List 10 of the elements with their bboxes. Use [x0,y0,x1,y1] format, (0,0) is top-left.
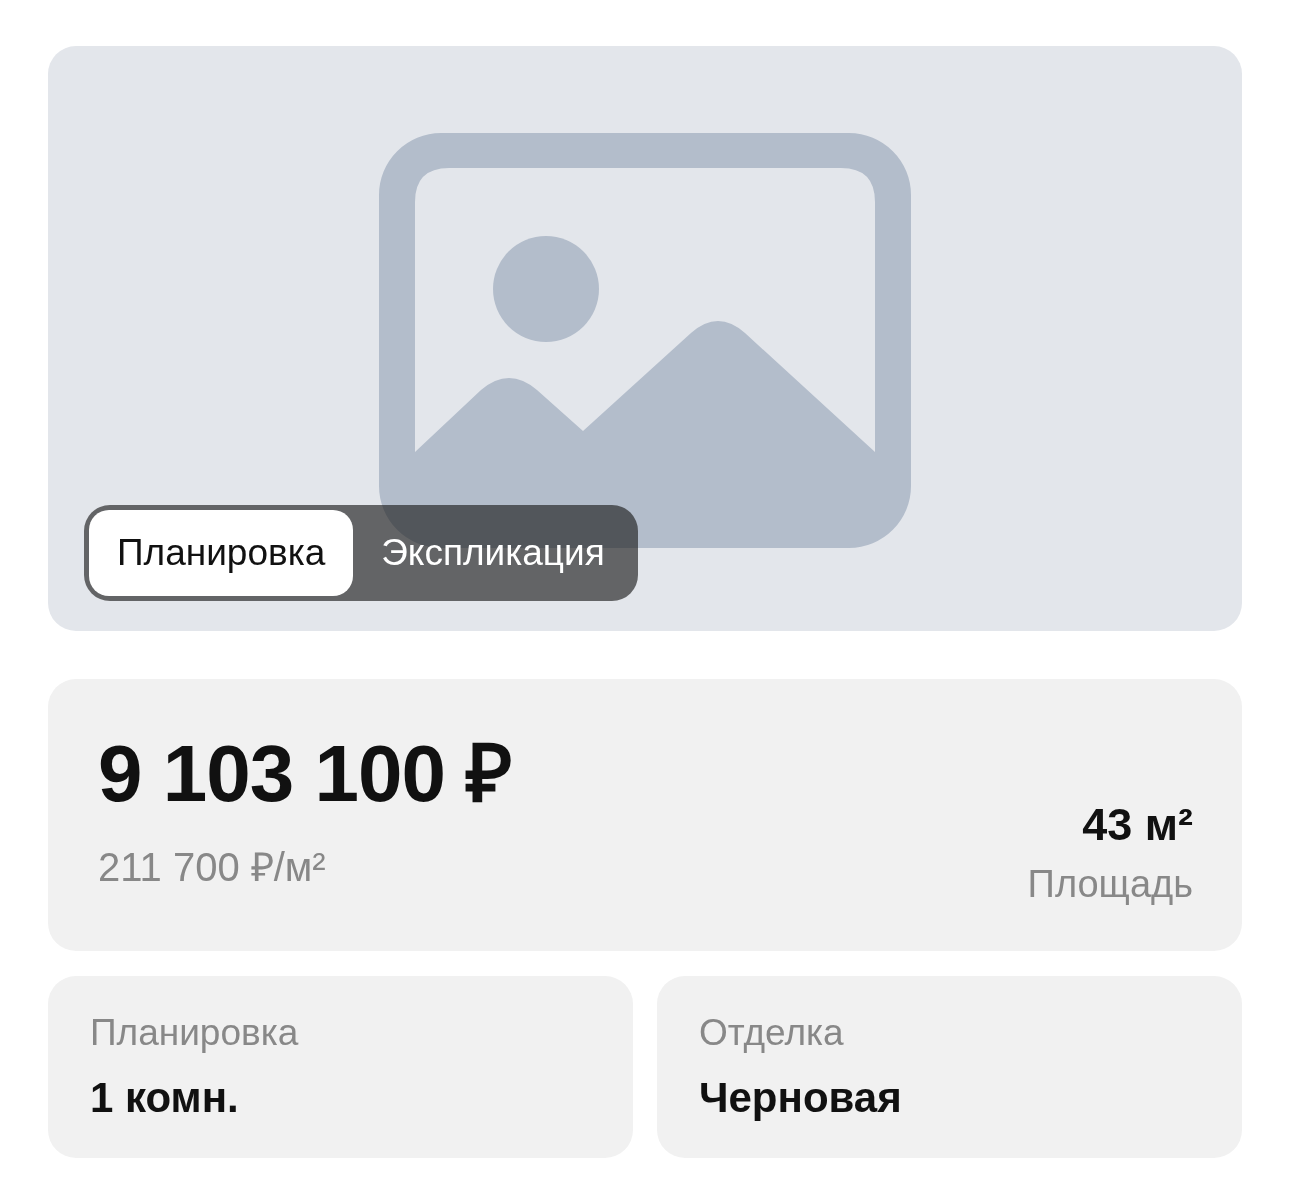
area-value: 43 м² [1082,799,1193,851]
tab[interactable]: Планировка [89,510,354,596]
detail-value: 1 комн. [90,1073,240,1123]
detail-label: Отделка [699,1011,845,1055]
detail-label: Планировка [90,1011,300,1055]
price-per-square-meter: 211 700 ₽/м² [98,844,327,891]
tab[interactable]: Экспликация [353,510,633,596]
price: 9 103 100 ₽ [98,731,513,817]
area-label: Площадь [1027,862,1193,907]
detail-value: Черновая [699,1073,903,1123]
